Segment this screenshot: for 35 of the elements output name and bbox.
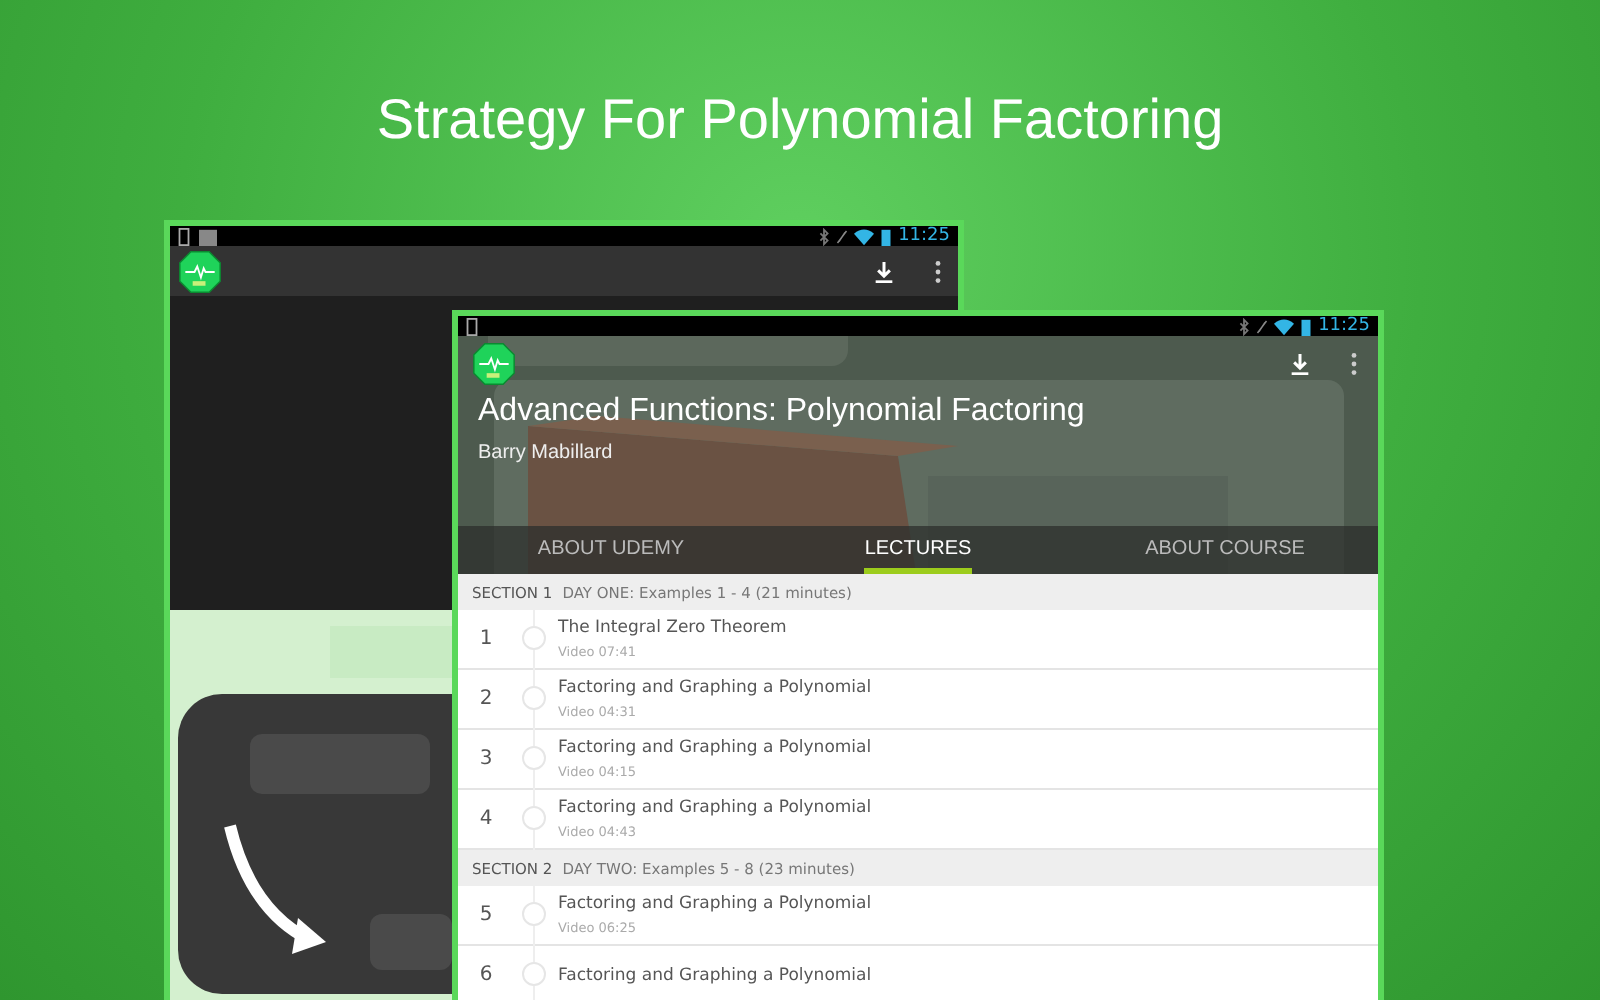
status-time: 11:25 (898, 226, 950, 246)
download-icon[interactable] (874, 259, 894, 283)
phone-icon (178, 227, 190, 245)
logo-icon[interactable] (472, 342, 516, 386)
battery-icon (1300, 317, 1313, 335)
lecture-number: 4 (477, 808, 495, 830)
download-icon[interactable] (1290, 352, 1310, 376)
lecture-number: 2 (477, 688, 495, 710)
lecture-title: The Integral Zero Theorem (558, 618, 787, 638)
lecture-title: Factoring and Graphing a Polynomial (558, 738, 872, 758)
lecture-number: 1 (477, 628, 495, 650)
bluetooth-icon (818, 227, 831, 245)
lecture-title: Factoring and Graphing a Polynomial (558, 965, 872, 985)
course-title: Advanced Functions: Polynomial Factoring (478, 394, 1087, 430)
lecture-title: Factoring and Graphing a Polynomial (558, 894, 872, 914)
tab[interactable]: ABOUT UDEMY (458, 538, 764, 574)
battery-icon (880, 227, 893, 245)
image-icon (198, 227, 218, 245)
wifi-icon (854, 227, 875, 245)
lecture-title: Factoring and Graphing a Polynomial (558, 798, 872, 818)
logo-icon[interactable] (178, 249, 222, 293)
lecture-title: Factoring and Graphing a Polynomial (558, 678, 872, 698)
tab[interactable]: ABOUT COURSE (1072, 538, 1378, 574)
lecture-row[interactable]: 6 Factoring and Graphing a Polynomial (458, 946, 1378, 1000)
overflow-menu-icon[interactable] (934, 259, 942, 283)
headline: Strategy For Polynomial Factoring (376, 88, 1224, 152)
lecture-number: 3 (477, 748, 495, 770)
wifi-icon (1274, 317, 1295, 335)
phone-icon (466, 317, 478, 335)
lecture-number: 6 (477, 964, 495, 986)
lecture-number: 5 (477, 904, 495, 926)
overflow-menu-icon[interactable] (1350, 352, 1358, 376)
status-time: 11:25 (1318, 316, 1370, 336)
author-name: Barry Mabillard (478, 442, 615, 464)
bluetooth-icon (1238, 317, 1251, 335)
